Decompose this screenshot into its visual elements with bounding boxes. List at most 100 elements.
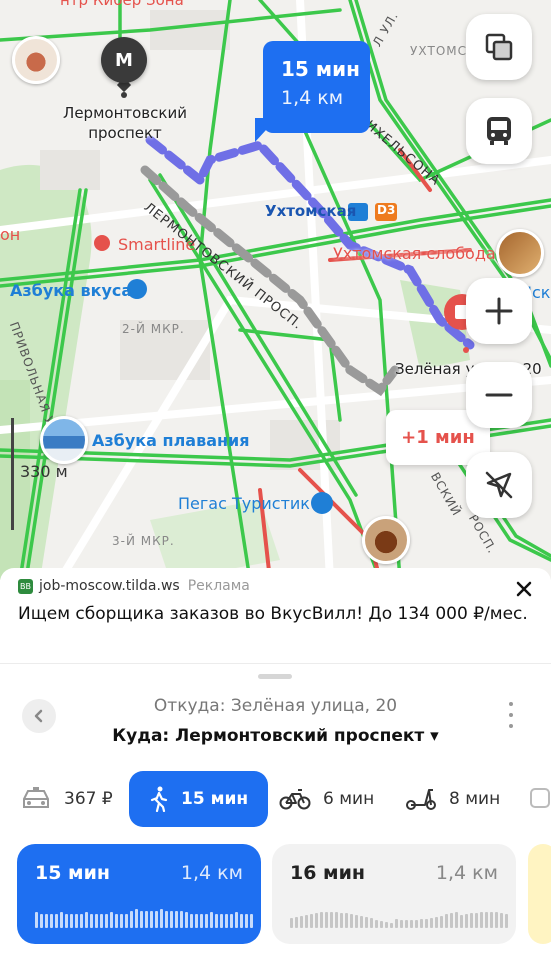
profile-bar: [345, 913, 348, 928]
scooter-icon: [406, 789, 436, 810]
ad-tag: Реклама: [187, 578, 250, 594]
poi-photo-interior[interactable]: [496, 229, 544, 277]
profile-bar: [155, 911, 158, 928]
zoom-out-button[interactable]: [466, 362, 532, 428]
profile-bar: [335, 912, 338, 928]
profile-bar: [150, 911, 153, 928]
profile-bar: [75, 914, 78, 928]
mode-walk[interactable]: 15 мин: [129, 771, 269, 827]
profile-bar: [160, 909, 163, 928]
profile-bar: [200, 914, 203, 928]
profile-bar: [60, 912, 63, 928]
minus-icon: [485, 393, 513, 397]
profile-bar: [250, 914, 253, 928]
more-dot: [509, 702, 513, 706]
poi-photo-drink[interactable]: [362, 516, 410, 564]
route-to[interactable]: Куда: Лермонтовский проспект ▾: [0, 726, 551, 746]
walk-icon: [150, 786, 168, 812]
profile-bar: [435, 917, 438, 928]
profile-bar: [195, 914, 198, 928]
elevation-profile: [290, 912, 508, 928]
zoom-in-button[interactable]: [466, 278, 532, 344]
mode-bike[interactable]: 6 мин: [279, 771, 374, 827]
profile-bar: [35, 912, 38, 928]
route-time: 15 мин: [281, 57, 360, 81]
panel-grabber[interactable]: [258, 674, 292, 679]
profile-bar: [470, 913, 473, 928]
profile-bar: [55, 914, 58, 928]
poi-ukhtomskaya-sloboda[interactable]: Ухтомская слобода: [333, 244, 496, 263]
profile-bar: [290, 918, 293, 928]
profile-bar: [495, 912, 498, 928]
profile-bar: [340, 913, 343, 928]
mode-bike-label: 6 мин: [323, 789, 375, 809]
ad-header: BB job-moscow.tilda.ws Реклама: [18, 578, 533, 594]
profile-bar: [40, 914, 43, 928]
more-dot: [509, 724, 513, 728]
route-card-1[interactable]: 15 мин 1,4 км: [17, 844, 261, 944]
route-card-duration: 16 мин: [290, 862, 366, 884]
route-card-distance: 1,4 км: [180, 862, 243, 884]
profile-bar: [375, 920, 378, 928]
profile-bar: [360, 916, 363, 928]
poi-photo-cake[interactable]: [12, 36, 60, 84]
poi-top-cut: нтр Кибер Зона: [60, 0, 184, 9]
profile-bar: [130, 911, 133, 928]
profile-bar: [480, 912, 483, 928]
start-place-label: Лермонтовский проспект: [63, 104, 187, 142]
profile-bar: [235, 912, 238, 928]
profile-bar: [245, 914, 248, 928]
profile-bar: [230, 914, 233, 928]
route-card-distance: 1,4 км: [435, 862, 498, 884]
taxi-icon: [23, 787, 49, 808]
profile-bar: [145, 911, 148, 928]
route-card-3-partial[interactable]: [528, 844, 551, 944]
profile-bar: [440, 916, 443, 928]
profile-bar: [425, 919, 428, 928]
profile-bar: [170, 911, 173, 928]
poi-azbuka-plavaniya[interactable]: Азбука плавания: [92, 431, 250, 450]
more-button[interactable]: [503, 700, 519, 730]
profile-bar: [310, 914, 313, 928]
profile-bar: [330, 912, 333, 928]
profile-bar: [320, 912, 323, 928]
mode-taxi[interactable]: 367 ₽: [20, 771, 113, 827]
profile-bar: [65, 914, 68, 928]
elevation-profile: [35, 909, 253, 928]
poi-pegas[interactable]: Пегас Туристик: [178, 494, 310, 513]
profile-bar: [380, 921, 383, 928]
route-from[interactable]: Откуда: Зелёная улица, 20: [0, 696, 551, 716]
profile-bar: [85, 912, 88, 928]
mode-transit-partial[interactable]: [528, 771, 551, 827]
metro-marker[interactable]: М: [101, 37, 147, 83]
profile-bar: [125, 914, 128, 928]
transit-button[interactable]: [466, 98, 532, 164]
profile-bar: [135, 909, 138, 928]
location-button[interactable]: [466, 452, 532, 518]
profile-bar: [180, 911, 183, 928]
poi-azbuka-vkusa[interactable]: Азбука вкуса: [10, 281, 132, 300]
profile-bar: [325, 912, 328, 928]
profile-bar: [305, 915, 308, 928]
ad-banner[interactable]: BB job-moscow.tilda.ws Реклама Ищем сбор…: [0, 568, 551, 664]
profile-bar: [450, 913, 453, 928]
ad-close-button[interactable]: [513, 578, 535, 600]
ad-text[interactable]: Ищем сборщика заказов во ВкусВилл! До 13…: [18, 602, 533, 626]
map-view[interactable]: нтр Кибер Зона Smartline Азбука вкуса Аз…: [0, 0, 551, 580]
profile-bar: [415, 920, 418, 928]
profile-bar: [240, 914, 243, 928]
layers-button[interactable]: [466, 14, 532, 80]
route-card-2[interactable]: 16 мин 1,4 км: [272, 844, 516, 944]
poi-ukhtomskaya[interactable]: Ухтомская: [265, 202, 356, 220]
profile-bar: [465, 914, 468, 928]
more-dot: [509, 713, 513, 717]
profile-bar: [300, 916, 303, 928]
route-time-bubble[interactable]: 15 мин 1,4 км: [263, 41, 370, 133]
mode-scooter[interactable]: 8 мин: [405, 771, 500, 827]
profile-bar: [80, 914, 83, 928]
street-mkr2: 2-Й МКР.: [122, 322, 185, 336]
profile-bar: [490, 912, 493, 928]
profile-bar: [475, 913, 478, 928]
profile-bar: [430, 918, 433, 928]
poi-photo-pool[interactable]: [40, 416, 88, 464]
